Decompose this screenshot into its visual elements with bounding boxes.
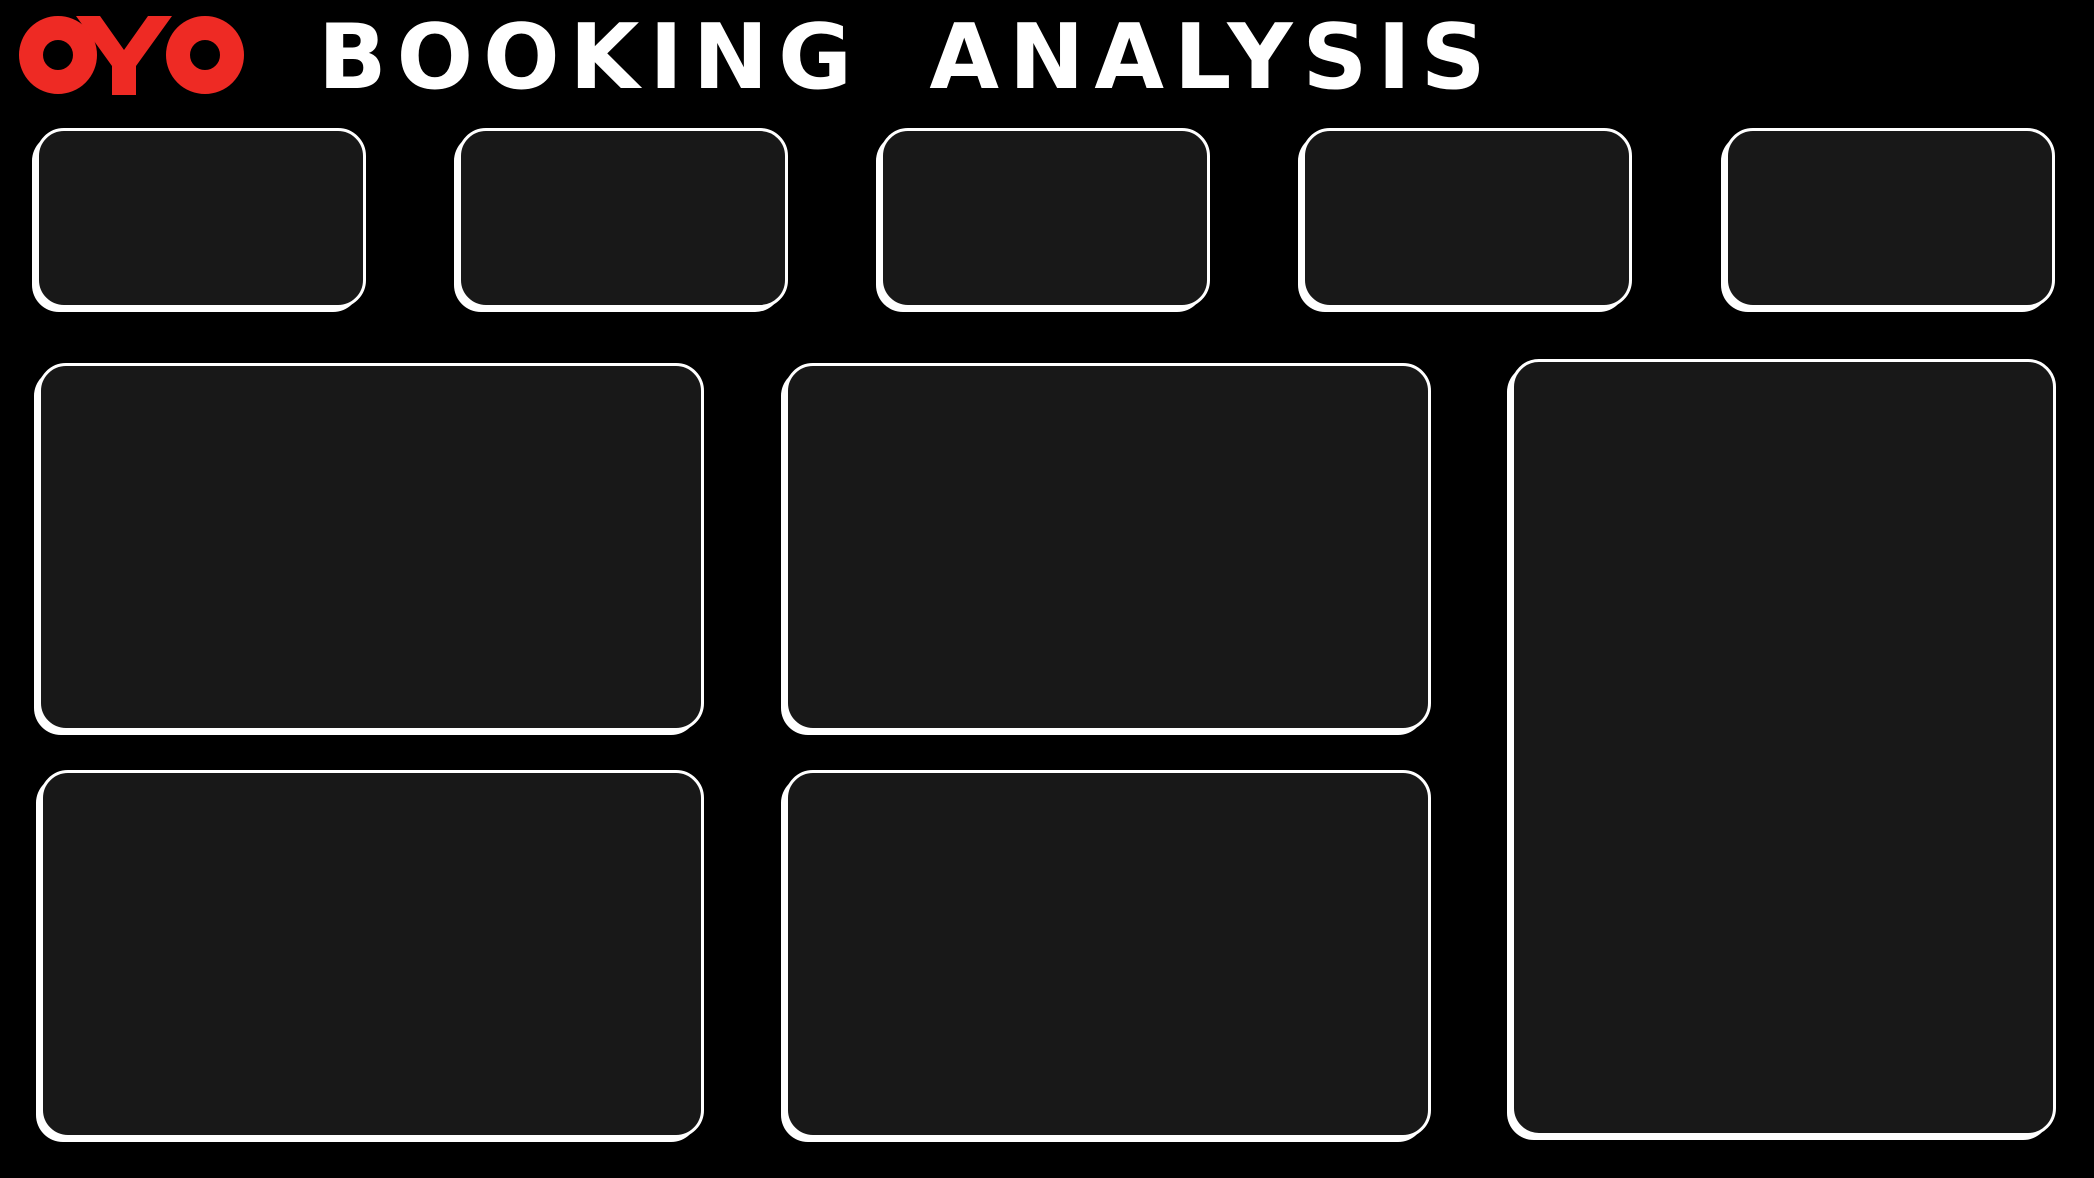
kpi-card-4	[1302, 128, 1632, 308]
oyo-logo-icon	[19, 16, 245, 96]
page-title: BOOKING ANALYSIS	[318, 5, 1496, 110]
kpi-card-1	[36, 128, 366, 308]
chart-panel-right-tall	[1511, 359, 2056, 1136]
kpi-card-3	[880, 128, 1210, 308]
kpi-card-5	[1725, 128, 2055, 308]
chart-panel-bottom-left	[40, 770, 704, 1138]
chart-panel-top-left	[38, 363, 704, 731]
kpi-card-2	[458, 128, 788, 308]
chart-panel-top-center	[785, 363, 1431, 731]
chart-panel-bottom-center	[785, 770, 1431, 1138]
